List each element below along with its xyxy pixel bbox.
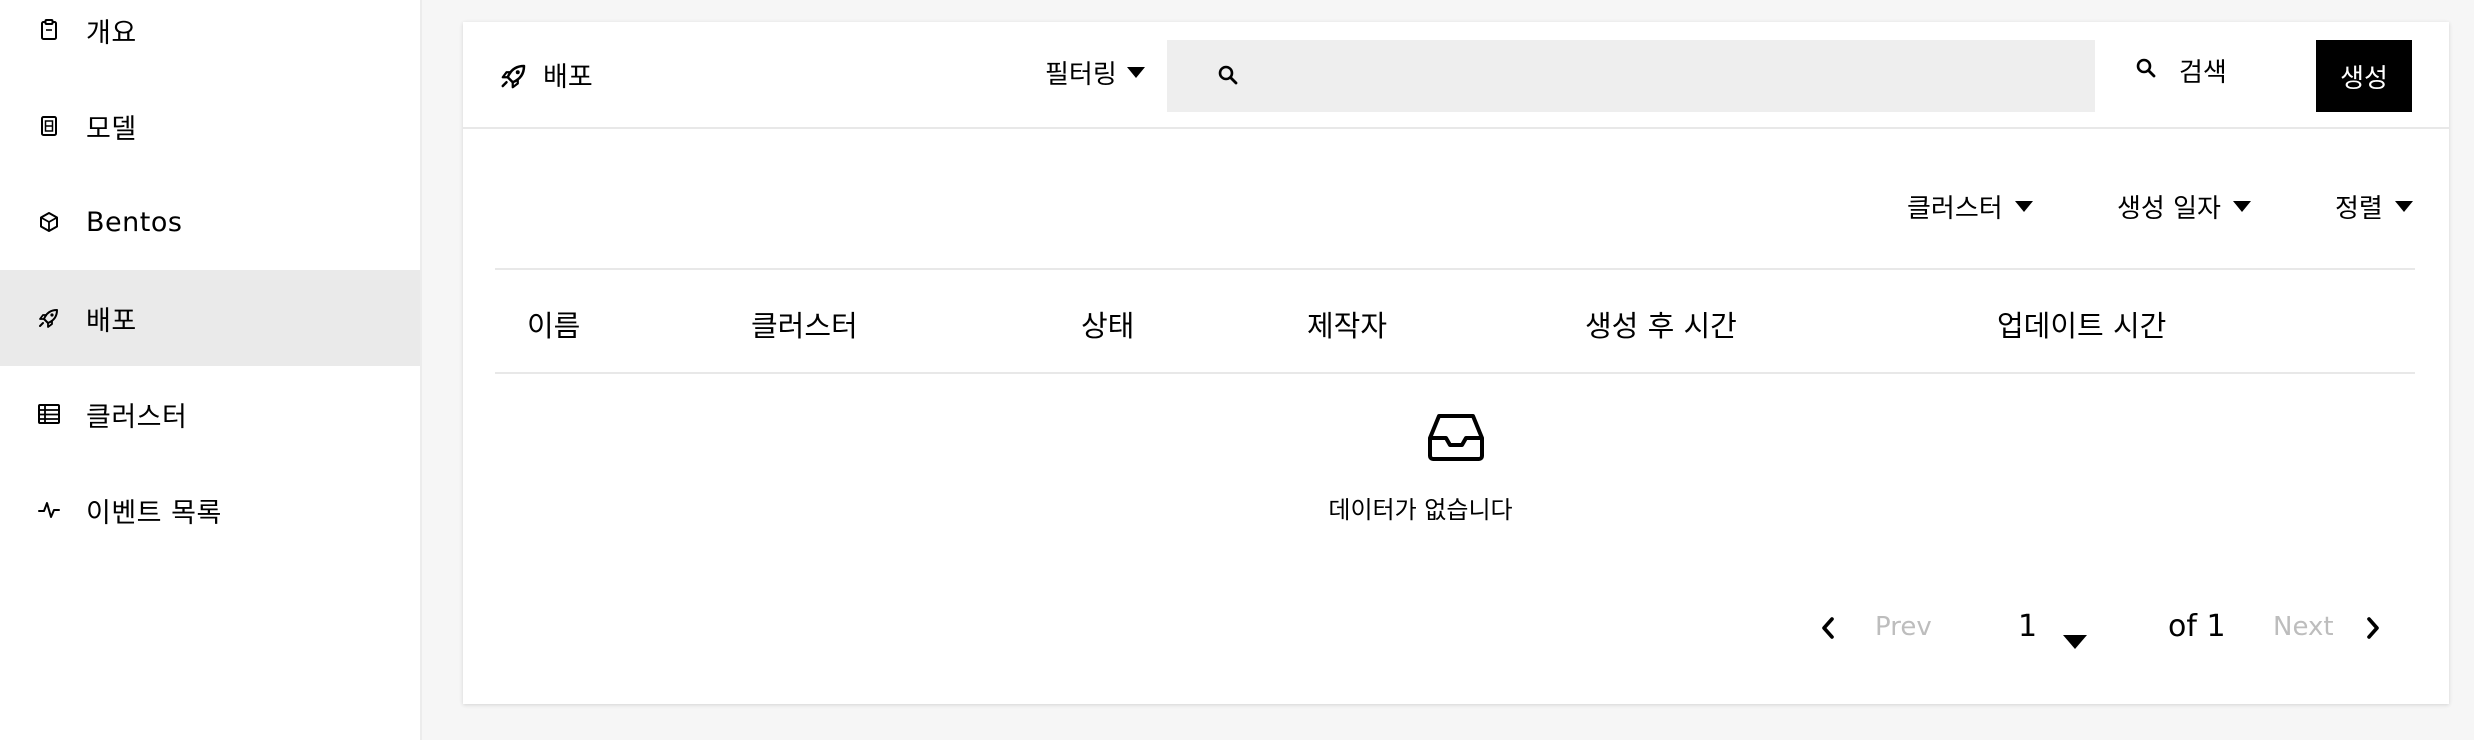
sidebar-item-label: 클러스터	[86, 401, 188, 433]
sort-dropdown[interactable]: 정렬	[2335, 188, 2413, 225]
column-header-created-ago[interactable]: 생성 후 시간	[1585, 303, 1737, 345]
search-input[interactable]	[1257, 40, 2081, 114]
box-icon	[36, 209, 62, 235]
sidebar-item-deployments[interactable]: 배포	[0, 270, 420, 366]
sidebar-item-overview[interactable]: 개요	[0, 0, 420, 78]
filter-label: 필터링	[1045, 60, 1117, 90]
sidebar-item-label: 개요	[86, 17, 137, 49]
chevron-right-icon[interactable]	[2363, 616, 2383, 647]
sidebar-item-label: 모델	[86, 113, 137, 145]
chevron-down-icon	[2014, 201, 2033, 212]
empty-state-text: 데이터가 없습니다	[1328, 496, 1513, 524]
sidebar-item-models[interactable]: 모델	[0, 78, 420, 174]
sidebar-item-label: 이벤트 목록	[86, 497, 222, 529]
page-title: 배포	[543, 62, 593, 93]
cluster-filter-label: 클러스터	[1907, 194, 2003, 224]
created-date-dropdown[interactable]: 생성 일자	[2117, 188, 2251, 225]
rocket-icon	[36, 305, 62, 331]
search-icon	[1217, 64, 1241, 88]
table-header: 이름 클러스터 상태 제작자 생성 후 시간 업데이트 시간	[495, 268, 2415, 374]
search-button-label: 검색	[2179, 58, 2227, 88]
page-total: of 1	[2168, 609, 2226, 644]
model-file-icon	[36, 113, 62, 139]
card-header: 배포 필터링 검색 생성	[463, 22, 2449, 129]
search-icon	[2135, 56, 2157, 86]
column-header-status[interactable]: 상태	[1081, 303, 1134, 345]
cluster-grid-icon	[36, 401, 62, 427]
next-button[interactable]: Next	[2273, 612, 2334, 642]
sidebar: 개요 모델 Bentos 배포 클러스터 이벤트 목록	[0, 0, 422, 740]
chevron-down-icon[interactable]	[2063, 626, 2087, 656]
column-header-name[interactable]: 이름	[527, 303, 580, 345]
inbox-icon	[1427, 412, 1485, 462]
sidebar-item-label: Bentos	[86, 206, 183, 238]
chevron-left-icon[interactable]	[1818, 616, 1838, 647]
prev-button[interactable]: Prev	[1875, 612, 1932, 642]
column-header-updated-at[interactable]: 업데이트 시간	[1997, 303, 2166, 345]
search-button[interactable]: 검색	[2135, 52, 2227, 89]
sidebar-item-label: 배포	[86, 305, 137, 337]
sidebar-item-bentos[interactable]: Bentos	[0, 174, 420, 270]
chevron-down-icon	[1126, 67, 1145, 78]
rocket-icon	[499, 61, 529, 91]
filter-dropdown[interactable]: 필터링	[1045, 54, 1145, 91]
create-button[interactable]: 생성	[2316, 40, 2412, 112]
cluster-filter-dropdown[interactable]: 클러스터	[1907, 188, 2033, 225]
sort-label: 정렬	[2335, 194, 2383, 224]
activity-icon	[36, 497, 62, 523]
column-header-cluster[interactable]: 클러스터	[751, 303, 858, 345]
search-box	[1167, 40, 2095, 114]
column-header-creator[interactable]: 제작자	[1307, 303, 1387, 345]
deployments-table: 이름 클러스터 상태 제작자 생성 후 시간 업데이트 시간	[495, 268, 2415, 374]
clipboard-icon	[36, 17, 62, 43]
sidebar-item-events[interactable]: 이벤트 목록	[0, 462, 420, 558]
sidebar-item-clusters[interactable]: 클러스터	[0, 366, 420, 462]
deployments-card: 배포 필터링 검색 생성 클러스터 생성 일자 정렬 이름 클러스터 상태 제작…	[463, 22, 2449, 704]
chevron-down-icon	[2394, 201, 2413, 212]
created-date-label: 생성 일자	[2117, 194, 2221, 224]
page-number-select[interactable]: 1	[2018, 609, 2037, 644]
chevron-down-icon	[2232, 201, 2251, 212]
